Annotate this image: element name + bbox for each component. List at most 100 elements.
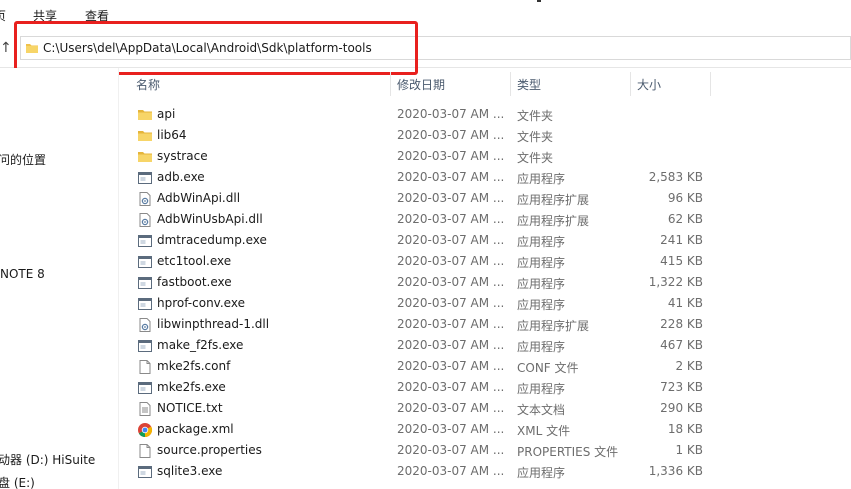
exe-icon [137, 296, 153, 312]
exe-icon [137, 254, 153, 270]
file-name: package.xml [157, 422, 234, 436]
folder-icon [137, 128, 153, 144]
file-size: 723 KB [660, 380, 703, 394]
file-type: 应用程序 [517, 256, 566, 270]
file-date: 2020-03-07 AM ... [397, 254, 505, 268]
file-row[interactable]: AdbWinApi.dll 2020-03-07 AM ... 应用程序扩展 96 K… [119, 188, 851, 209]
file-row[interactable]: libwinpthread-1.dll 2020-03-07 AM ... 应用程序… [119, 314, 851, 335]
column-separator[interactable] [510, 72, 511, 96]
file-row[interactable]: AdbWinUsbApi.dll 2020-03-07 AM ... 应用程序扩展 6… [119, 209, 851, 230]
file-row[interactable]: source.properties 2020-03-07 AM ... PROPER… [119, 440, 851, 461]
column-header-name[interactable]: 名称 [136, 76, 160, 93]
nav-item-note8[interactable]: NOTE 8 [0, 267, 45, 281]
file-row[interactable]: mke2fs.exe 2020-03-07 AM ... 应用程序 723 KB [119, 377, 851, 398]
file-row[interactable]: adb.exe 2020-03-07 AM ... 应用程序 2,583 KB [119, 167, 851, 188]
ribbon-tab-share[interactable]: 共享 [33, 7, 57, 24]
column-header-row: 名称 修改日期 类型 大小 [119, 72, 851, 96]
exe-icon [137, 233, 153, 249]
file-name: adb.exe [157, 170, 205, 184]
file-type: 应用程序 [517, 277, 566, 291]
file-row[interactable]: dmtracedump.exe 2020-03-07 AM ... 应用程序 241 … [119, 230, 851, 251]
file-row[interactable]: make_f2fs.exe 2020-03-07 AM ... 应用程序 467 KB [119, 335, 851, 356]
exe-icon [137, 338, 153, 354]
ribbon-tab-view[interactable]: 查看 [85, 7, 109, 24]
column-header-size[interactable]: 大小 [637, 76, 661, 93]
file-row[interactable]: NOTICE.txt 2020-03-07 AM ... 文本文档 290 KB [119, 398, 851, 419]
file-row[interactable]: hprof-conv.exe 2020-03-07 AM ... 应用程序 41 KB [119, 293, 851, 314]
file-type: 应用程序 [517, 382, 566, 396]
exe-icon [137, 464, 153, 480]
file-size: 18 KB [667, 422, 703, 436]
column-header-date[interactable]: 修改日期 [397, 76, 445, 93]
file-date: 2020-03-07 AM ... [397, 170, 505, 184]
file-date: 2020-03-07 AM ... [397, 359, 505, 373]
address-bar[interactable]: C:\Users\del\AppData\Local\Android\Sdk\p… [20, 36, 851, 60]
file-name: source.properties [157, 443, 262, 457]
file-name: mke2fs.exe [157, 380, 226, 394]
file-size: 2,583 KB [648, 170, 703, 184]
nav-item-drive-e[interactable]: 盘 (E:) [0, 474, 35, 489]
file-icon [137, 443, 153, 459]
file-name: api [157, 107, 176, 121]
nav-item-drive-d[interactable]: 动器 (D:) HiSuite [0, 451, 95, 468]
file-type: 应用程序扩展 [517, 193, 590, 207]
file-name: systrace [157, 149, 208, 163]
file-type: 应用程序扩展 [517, 214, 590, 228]
file-date: 2020-03-07 AM ... [397, 296, 505, 310]
file-type: 应用程序 [517, 340, 566, 354]
exe-icon [137, 380, 153, 396]
column-separator[interactable] [710, 72, 711, 96]
file-row[interactable]: api 2020-03-07 AM ... 文件夹 [119, 104, 851, 125]
file-date: 2020-03-07 AM ... [397, 128, 505, 142]
file-type: CONF 文件 [517, 361, 579, 375]
ribbon-tab-home[interactable]: 页 [0, 7, 6, 24]
ribbon-tabs: 页 共享 查看 [0, 0, 851, 28]
file-size: 467 KB [660, 338, 703, 352]
file-type: 应用程序 [517, 235, 566, 249]
file-row[interactable]: systrace 2020-03-07 AM ... 文件夹 [119, 146, 851, 167]
file-size: 228 KB [660, 317, 703, 331]
file-type: 文本文档 [517, 403, 566, 417]
address-path: C:\Users\del\AppData\Local\Android\Sdk\p… [43, 41, 372, 55]
nav-item-recent-locations[interactable]: 问的位置 [0, 151, 46, 168]
file-type: 应用程序 [517, 298, 566, 312]
file-size: 1,336 KB [648, 464, 703, 478]
file-date: 2020-03-07 AM ... [397, 275, 505, 289]
file-date: 2020-03-07 AM ... [397, 338, 505, 352]
file-name: etc1tool.exe [157, 254, 232, 268]
folder-icon [26, 44, 38, 53]
address-row: ↑ C:\Users\del\AppData\Local\Android\Sdk… [0, 28, 851, 68]
file-row[interactable]: mke2fs.conf 2020-03-07 AM ... CONF 文件 2 KB [119, 356, 851, 377]
dll-icon [137, 212, 153, 228]
column-header-type[interactable]: 类型 [517, 76, 541, 93]
column-separator[interactable] [390, 72, 391, 96]
file-row[interactable]: lib64 2020-03-07 AM ... 文件夹 [119, 125, 851, 146]
file-date: 2020-03-07 AM ... [397, 317, 505, 331]
folder-icon [137, 107, 153, 123]
file-size: 290 KB [660, 401, 703, 415]
column-separator[interactable] [630, 72, 631, 96]
file-row[interactable]: fastboot.exe 2020-03-07 AM ... 应用程序 1,322 K… [119, 272, 851, 293]
file-row[interactable]: package.xml 2020-03-07 AM ... XML 文件 18 KB [119, 419, 851, 440]
file-name: make_f2fs.exe [157, 338, 244, 352]
file-date: 2020-03-07 AM ... [397, 422, 505, 436]
chrome-xml-icon [137, 422, 153, 438]
folder-icon [137, 149, 153, 165]
file-type: 文件夹 [517, 130, 554, 144]
file-row[interactable]: etc1tool.exe 2020-03-07 AM ... 应用程序 415 KB [119, 251, 851, 272]
file-size: 1 KB [675, 443, 703, 457]
file-name: dmtracedump.exe [157, 233, 267, 247]
file-name: NOTICE.txt [157, 401, 223, 415]
file-date: 2020-03-07 AM ... [397, 443, 505, 457]
file-date: 2020-03-07 AM ... [397, 380, 505, 394]
exe-icon [137, 170, 153, 186]
ribbon-divider-mark [537, 0, 541, 2]
file-name: libwinpthread-1.dll [157, 317, 270, 331]
up-arrow-icon[interactable]: ↑ [0, 40, 12, 56]
file-row[interactable]: sqlite3.exe 2020-03-07 AM ... 应用程序 1,336 KB [119, 461, 851, 482]
file-name: AdbWinApi.dll [157, 191, 241, 205]
file-list: 名称 修改日期 类型 大小 api 2020-03-07 AM ... 文件夹 lib… [119, 68, 851, 489]
file-type: 应用程序 [517, 466, 566, 480]
file-type: 应用程序 [517, 172, 566, 186]
file-date: 2020-03-07 AM ... [397, 212, 505, 226]
